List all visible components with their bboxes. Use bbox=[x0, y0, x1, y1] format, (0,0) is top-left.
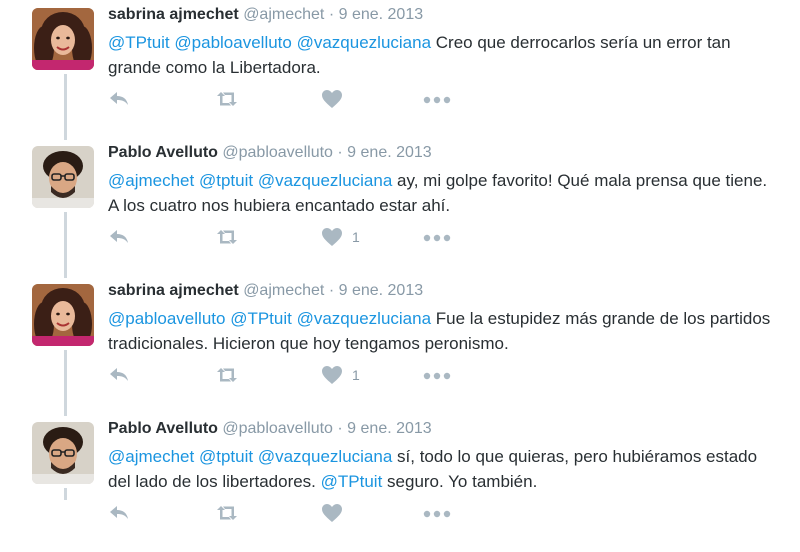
author-handle[interactable]: @pabloavelluto bbox=[222, 144, 333, 161]
tweet[interactable]: Pablo Avelluto @pabloavelluto · 9 ene. 2… bbox=[0, 414, 800, 552]
reply-icon bbox=[108, 504, 130, 522]
like-button[interactable] bbox=[321, 88, 352, 110]
mention-link[interactable]: @TPtuit bbox=[108, 33, 170, 52]
heart-icon bbox=[321, 227, 343, 247]
reply-icon bbox=[108, 228, 130, 246]
author-name[interactable]: Pablo Avelluto bbox=[108, 144, 218, 161]
tweet-date[interactable]: 9 ene. 2013 bbox=[347, 420, 432, 437]
author-name[interactable]: sabrina ajmechet bbox=[108, 6, 239, 23]
more-icon bbox=[423, 510, 451, 518]
tweet-header: sabrina ajmechet @ajmechet · 9 ene. 2013 bbox=[108, 282, 423, 300]
retweet-button[interactable] bbox=[214, 502, 240, 524]
tweet-header: Pablo Avelluto @pabloavelluto · 9 ene. 2… bbox=[108, 144, 432, 162]
tweet-header: sabrina ajmechet @ajmechet · 9 ene. 2013 bbox=[108, 6, 423, 24]
tweet-text: @ajmechet @tptuit @vazquezluciana ay, mi… bbox=[108, 168, 778, 218]
tweet-date[interactable]: 9 ene. 2013 bbox=[339, 282, 424, 299]
author-handle[interactable]: @pabloavelluto bbox=[222, 420, 333, 437]
avatar[interactable] bbox=[32, 284, 94, 346]
tweet[interactable]: sabrina ajmechet @ajmechet · 9 ene. 2013… bbox=[0, 0, 800, 138]
more-button[interactable] bbox=[423, 226, 451, 248]
retweet-icon bbox=[214, 504, 240, 522]
tweet-text-segment: seguro. Yo también. bbox=[382, 472, 538, 491]
retweet-button[interactable] bbox=[214, 88, 240, 110]
reply-icon bbox=[108, 90, 130, 108]
tweet[interactable]: sabrina ajmechet @ajmechet · 9 ene. 2013… bbox=[0, 276, 800, 414]
reply-button[interactable] bbox=[108, 502, 130, 524]
separator-dot: · bbox=[328, 6, 335, 23]
tweet-actions bbox=[108, 502, 468, 524]
mention-link[interactable]: @vazquezluciana bbox=[258, 447, 392, 466]
avatar[interactable] bbox=[32, 146, 94, 208]
more-icon bbox=[423, 372, 451, 380]
mention-link[interactable]: @ajmechet bbox=[108, 171, 194, 190]
author-handle[interactable]: @ajmechet bbox=[243, 282, 324, 299]
tweet-text: @TPtuit @pabloavelluto @vazquezluciana C… bbox=[108, 30, 778, 80]
separator-dot: · bbox=[337, 420, 343, 437]
tweet-header: Pablo Avelluto @pabloavelluto · 9 ene. 2… bbox=[108, 420, 432, 438]
tweet-date[interactable]: 9 ene. 2013 bbox=[339, 6, 424, 23]
like-button[interactable] bbox=[321, 502, 352, 524]
separator-dot: · bbox=[337, 144, 343, 161]
tweet-date[interactable]: 9 ene. 2013 bbox=[347, 144, 432, 161]
author-name[interactable]: Pablo Avelluto bbox=[108, 420, 218, 437]
like-button[interactable]: 1 bbox=[321, 226, 360, 248]
retweet-icon bbox=[214, 90, 240, 108]
reply-button[interactable] bbox=[108, 88, 130, 110]
mention-link[interactable]: @tptuit bbox=[199, 447, 253, 466]
retweet-icon bbox=[214, 366, 240, 384]
reply-button[interactable] bbox=[108, 364, 130, 386]
avatar[interactable] bbox=[32, 422, 94, 484]
mention-link[interactable]: @pabloavelluto bbox=[174, 33, 291, 52]
mention-link[interactable]: @tptuit bbox=[199, 171, 253, 190]
heart-icon bbox=[321, 503, 343, 523]
mention-link[interactable]: @ajmechet bbox=[108, 447, 194, 466]
mention-link[interactable]: @TPtuit bbox=[230, 309, 292, 328]
retweet-button[interactable] bbox=[214, 364, 240, 386]
more-icon bbox=[423, 96, 451, 104]
tweet-actions: 1 bbox=[108, 364, 468, 386]
tweet-actions: 1 bbox=[108, 226, 468, 248]
more-button[interactable] bbox=[423, 88, 451, 110]
heart-icon bbox=[321, 89, 343, 109]
more-button[interactable] bbox=[423, 364, 451, 386]
tweet-text: @pabloavelluto @TPtuit @vazquezluciana F… bbox=[108, 306, 778, 356]
tweet[interactable]: Pablo Avelluto @pabloavelluto · 9 ene. 2… bbox=[0, 138, 800, 276]
more-icon bbox=[423, 234, 451, 242]
retweet-icon bbox=[214, 228, 240, 246]
mention-link[interactable]: @TPtuit bbox=[321, 472, 383, 491]
author-handle[interactable]: @ajmechet bbox=[243, 6, 324, 23]
like-count: 1 bbox=[352, 229, 360, 245]
more-button[interactable] bbox=[423, 502, 451, 524]
avatar[interactable] bbox=[32, 8, 94, 70]
tweet-actions bbox=[108, 88, 468, 110]
like-button[interactable]: 1 bbox=[321, 364, 360, 386]
mention-link[interactable]: @pabloavelluto bbox=[108, 309, 225, 328]
mention-link[interactable]: @vazquezluciana bbox=[297, 309, 431, 328]
mention-link[interactable]: @vazquezluciana bbox=[297, 33, 431, 52]
retweet-button[interactable] bbox=[214, 226, 240, 248]
reply-button[interactable] bbox=[108, 226, 130, 248]
reply-icon bbox=[108, 366, 130, 384]
separator-dot: · bbox=[328, 282, 335, 299]
like-count: 1 bbox=[352, 367, 360, 383]
heart-icon bbox=[321, 365, 343, 385]
tweet-text: @ajmechet @tptuit @vazquezluciana sí, to… bbox=[108, 444, 778, 494]
mention-link[interactable]: @vazquezluciana bbox=[258, 171, 392, 190]
author-name[interactable]: sabrina ajmechet bbox=[108, 282, 239, 299]
